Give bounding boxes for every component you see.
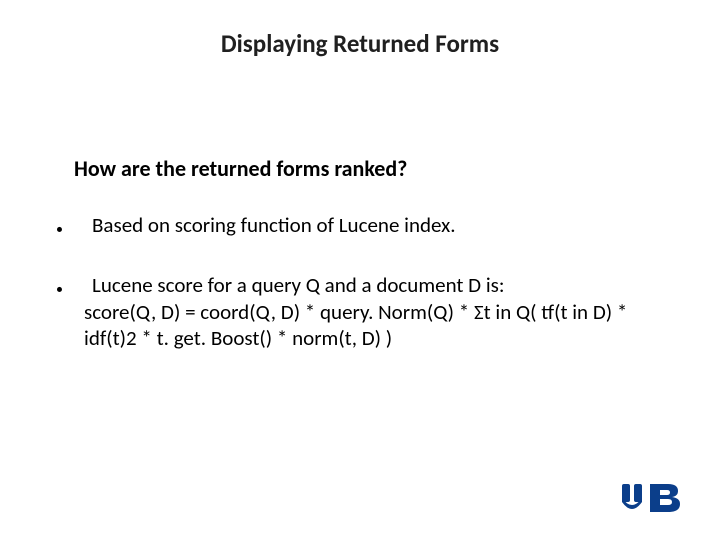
bullet-dot-icon: • [56, 212, 84, 240]
list-item: • Lucene score for a query Q and a docum… [56, 272, 660, 351]
bullet-line: score(Q, D) = coord(Q, D) * query. Norm(… [84, 299, 660, 352]
ub-logo-icon [620, 478, 690, 512]
bullet-text: Based on scoring function of Lucene inde… [84, 212, 660, 240]
list-item: • Based on scoring function of Lucene in… [56, 212, 660, 240]
bullet-text: Lucene score for a query Q and a documen… [84, 272, 660, 351]
bullet-line: Based on scoring function of Lucene inde… [84, 212, 660, 238]
bullet-line: Lucene score for a query Q and a documen… [84, 272, 660, 298]
slide-subtitle: How are the returned forms ranked? [74, 155, 407, 182]
slide-title: Displaying Returned Forms [0, 28, 720, 59]
bullet-dot-icon: • [56, 272, 84, 351]
bullet-list: • Based on scoring function of Lucene in… [56, 212, 660, 383]
slide: Displaying Returned Forms How are the re… [0, 0, 720, 540]
